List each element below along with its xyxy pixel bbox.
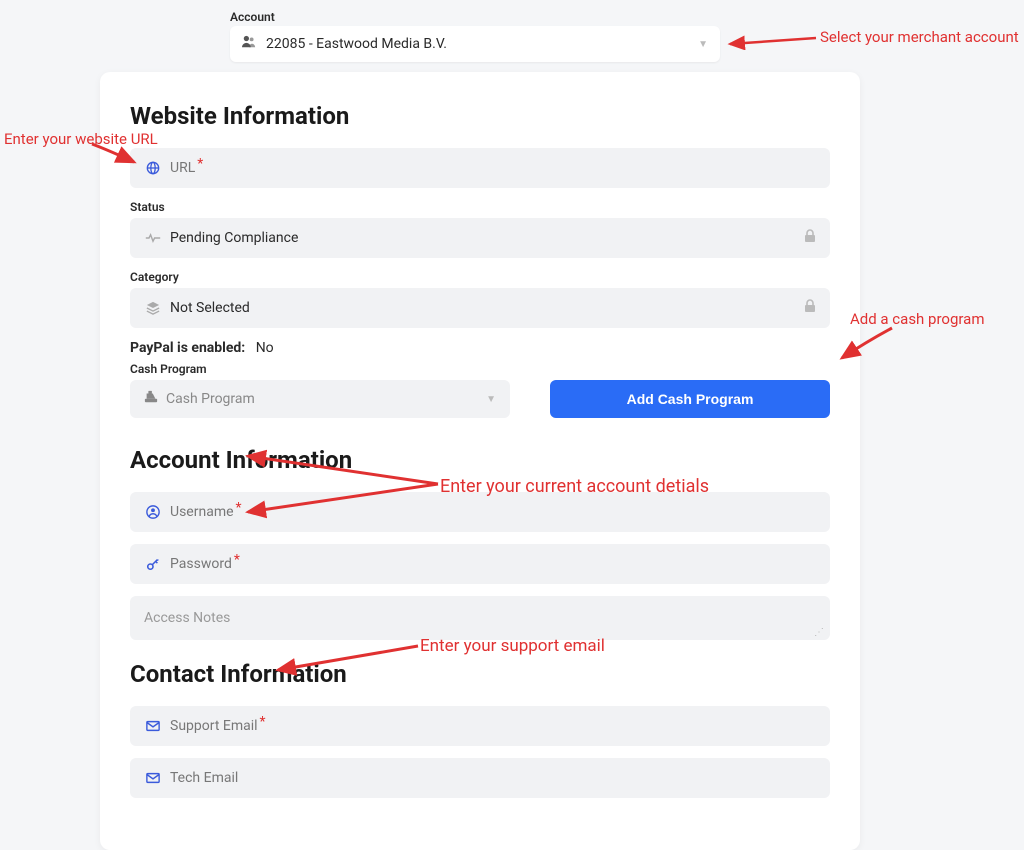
support-email-input[interactable]: Support Email * (130, 706, 830, 746)
tech-email-input[interactable]: Tech Email (130, 758, 830, 798)
tech-email-label: Tech Email (170, 770, 238, 786)
cash-program-label: Cash Program (130, 362, 510, 376)
envelope-icon (144, 772, 162, 784)
layers-icon (144, 301, 162, 315)
form-card: Website Information URL * Status Pending… (100, 72, 860, 850)
username-label: Username (170, 504, 234, 520)
arrow-icon (726, 30, 818, 50)
resize-grip-icon: ⋰ (814, 630, 824, 636)
website-info-heading: Website Information (130, 102, 830, 130)
cash-register-icon (144, 390, 158, 408)
key-icon (144, 557, 162, 571)
status-label: Status (130, 200, 830, 214)
account-select[interactable]: 22085 - Eastwood Media B.V. ▼ (230, 26, 720, 62)
lock-icon (804, 229, 816, 247)
cash-program-placeholder: Cash Program (166, 391, 255, 407)
password-input[interactable]: Password * (130, 544, 830, 584)
required-marker: * (260, 714, 266, 730)
url-input[interactable]: URL * (130, 148, 830, 188)
account-label: Account (230, 10, 275, 24)
category-value: Not Selected (170, 300, 250, 316)
required-marker: * (197, 156, 203, 172)
access-notes-textarea[interactable]: Access Notes ⋰ (130, 596, 830, 640)
access-notes-placeholder: Access Notes (144, 610, 230, 626)
category-field: Not Selected (130, 288, 830, 328)
required-marker: * (236, 500, 242, 516)
envelope-icon (144, 720, 162, 732)
status-field: Pending Compliance (130, 218, 830, 258)
pulse-icon (144, 232, 162, 244)
user-circle-icon (144, 505, 162, 519)
required-marker: * (234, 552, 240, 568)
cash-program-select[interactable]: Cash Program ▼ (130, 380, 510, 418)
username-input[interactable]: Username * (130, 492, 830, 532)
contact-info-heading: Contact Information (130, 660, 830, 688)
paypal-value: No (256, 340, 274, 356)
category-label: Category (130, 270, 830, 284)
paypal-label: PayPal is enabled: (130, 340, 245, 356)
chevron-down-icon: ▼ (486, 394, 496, 405)
account-value: 22085 - Eastwood Media B.V. (266, 36, 447, 52)
globe-icon (144, 161, 162, 175)
url-label: URL (170, 160, 195, 176)
password-label: Password (170, 556, 232, 572)
lock-icon (804, 299, 816, 317)
chevron-down-icon: ▼ (698, 39, 708, 50)
support-email-label: Support Email (170, 718, 258, 734)
annotation-add-cash: Add a cash program (850, 310, 984, 328)
user-icon (242, 35, 256, 53)
annotation-select-account: Select your merchant account (820, 28, 1019, 46)
account-info-heading: Account Information (130, 446, 830, 474)
paypal-row: PayPal is enabled: No (130, 340, 830, 356)
status-value: Pending Compliance (170, 230, 298, 246)
add-cash-program-button[interactable]: Add Cash Program (550, 380, 830, 418)
